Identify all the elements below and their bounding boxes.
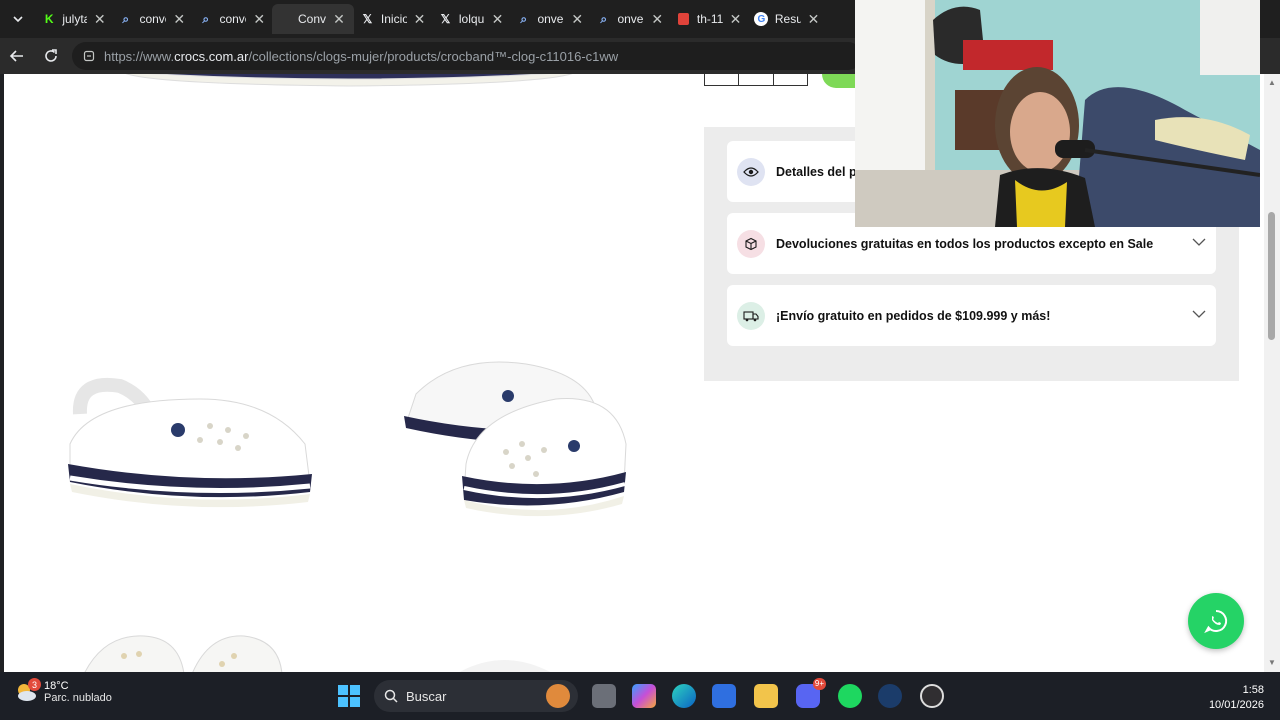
product-image-bottom[interactable]: [84, 634, 584, 672]
accordion-label: Devoluciones gratuitas en todos los prod…: [776, 236, 1154, 251]
close-tab-icon[interactable]: ✕: [172, 11, 186, 28]
url-text: https://www.crocs.com.ar/collections/clo…: [104, 48, 619, 64]
screen: K julyta ✕ ⌕ conve ✕ ⌕ conve ✕ Conv ✕ 𝕏 …: [0, 0, 1280, 720]
accordion-label: ¡Envío gratuito en pedidos de $109.999 y…: [776, 308, 1051, 323]
tab-resul[interactable]: G Resul ✕: [748, 4, 826, 34]
product-image-top[interactable]: [114, 74, 584, 110]
tab-lolqu[interactable]: 𝕏 lolqu ✕: [432, 4, 510, 34]
close-tab-icon[interactable]: ✕: [807, 11, 820, 28]
google-icon: G: [754, 11, 769, 27]
edge-icon[interactable]: [672, 684, 696, 708]
reload-button[interactable]: [34, 38, 68, 74]
temperature-text: 18°C: [44, 680, 69, 692]
kick-icon: K: [44, 12, 54, 26]
copilot-icon[interactable]: [632, 684, 656, 708]
close-tab-icon[interactable]: ✕: [413, 11, 426, 28]
search-icon: [384, 689, 398, 703]
tab-th11[interactable]: th-11 ✕: [670, 4, 748, 34]
close-tab-icon[interactable]: ✕: [491, 11, 504, 28]
search-placeholder: Buscar: [406, 688, 447, 704]
tab-label: Inicio: [380, 12, 407, 26]
tab-inicio[interactable]: 𝕏 Inicio ✕: [354, 4, 432, 34]
search-highlight-icon: [546, 684, 570, 708]
close-tab-icon[interactable]: ✕: [332, 11, 346, 28]
back-arrow-icon: [9, 50, 23, 62]
condition-text: Parc. nublado: [44, 692, 112, 704]
reload-icon: [45, 49, 57, 62]
webcam-overlay: [855, 0, 1260, 227]
box-icon: [737, 229, 765, 258]
accordion-shipping[interactable]: ¡Envío gratuito en pedidos de $109.999 y…: [727, 285, 1216, 346]
eye-icon: [737, 157, 765, 186]
tab-conve-1[interactable]: ⌕ conve ✕: [112, 4, 192, 34]
search-icon: ⌕: [520, 11, 528, 26]
back-button[interactable]: [0, 38, 34, 74]
product-image-pair[interactable]: [396, 354, 636, 529]
chevron-down-icon: [1192, 238, 1206, 246]
close-tab-icon[interactable]: ✕: [252, 11, 266, 28]
page-scrollbar[interactable]: ▲ ▼: [1264, 74, 1280, 672]
tab-onve-2[interactable]: ⌕ onve ✕: [590, 4, 670, 34]
windows-icon: [338, 685, 360, 707]
discord-badge: 9+: [812, 678, 826, 690]
tab-conve-2[interactable]: ⌕ conve ✕: [192, 4, 272, 34]
tab-conv-active[interactable]: Conv ✕: [272, 4, 354, 34]
tab-label: lolqu: [458, 12, 485, 26]
tab-search-button[interactable]: [0, 0, 36, 38]
task-view-icon[interactable]: [592, 684, 616, 708]
quantity-selector[interactable]: [704, 74, 808, 86]
tab-julyta[interactable]: K julyta ✕: [36, 4, 112, 34]
discord-icon[interactable]: 9+: [796, 678, 826, 708]
close-tab-icon[interactable]: ✕: [650, 11, 664, 28]
x-logo-icon: 𝕏: [362, 12, 373, 26]
search-icon: ⌕: [122, 11, 130, 26]
address-bar[interactable]: https://www.crocs.com.ar/collections/clo…: [72, 42, 862, 70]
steam-icon[interactable]: [878, 684, 902, 708]
tab-label: Resul: [774, 12, 801, 26]
product-image-side[interactable]: [60, 374, 320, 524]
shop-icon: [676, 11, 691, 27]
scroll-thumb[interactable]: [1268, 212, 1275, 340]
weather-icon: 3: [14, 678, 41, 704]
file-explorer-icon[interactable]: [754, 684, 778, 708]
system-clock[interactable]: 1:58 10/01/2026: [1209, 683, 1264, 713]
tab-label: th-11: [696, 12, 723, 26]
tab-label: conve: [139, 12, 166, 26]
weather-widget[interactable]: 3 18°C Parc. nublado: [14, 678, 112, 704]
search-icon: ⌕: [600, 11, 608, 26]
weather-badge: 3: [28, 678, 41, 691]
tab-onve-1[interactable]: ⌕ onve ✕: [510, 4, 590, 34]
scroll-up-icon[interactable]: ▲: [1268, 78, 1276, 87]
tab-label: julyta: [62, 12, 88, 26]
whatsapp-icon: [1204, 609, 1228, 634]
time-text: 1:58: [1242, 684, 1264, 696]
spotify-icon[interactable]: [838, 684, 862, 708]
start-button[interactable]: [338, 685, 360, 707]
date-text: 10/01/2026: [1208, 699, 1264, 711]
x-logo-icon: 𝕏: [440, 12, 451, 26]
search-icon: ⌕: [202, 11, 210, 26]
tab-label: conve: [219, 12, 246, 26]
whatsapp-button[interactable]: [1188, 593, 1244, 649]
chevron-down-icon: [1192, 310, 1206, 318]
close-tab-icon[interactable]: ✕: [570, 11, 584, 28]
close-tab-icon[interactable]: ✕: [729, 11, 742, 28]
taskbar: 3 18°C Parc. nublado Buscar 9+ 1:58 10/0…: [0, 672, 1280, 720]
store-icon[interactable]: [712, 684, 736, 708]
close-tab-icon[interactable]: ✕: [93, 11, 106, 28]
obs-icon[interactable]: [920, 684, 944, 708]
accordion-label: Detalles del p: [776, 164, 857, 179]
chevron-down-icon: [13, 16, 23, 23]
scroll-down-icon[interactable]: ▼: [1268, 658, 1276, 667]
taskbar-search[interactable]: Buscar: [374, 680, 578, 712]
tab-label: Conv: [298, 12, 326, 26]
truck-icon: [737, 301, 765, 330]
site-info-icon[interactable]: [82, 49, 96, 63]
tab-label: onve: [617, 12, 644, 26]
tab-label: onve: [537, 12, 564, 26]
